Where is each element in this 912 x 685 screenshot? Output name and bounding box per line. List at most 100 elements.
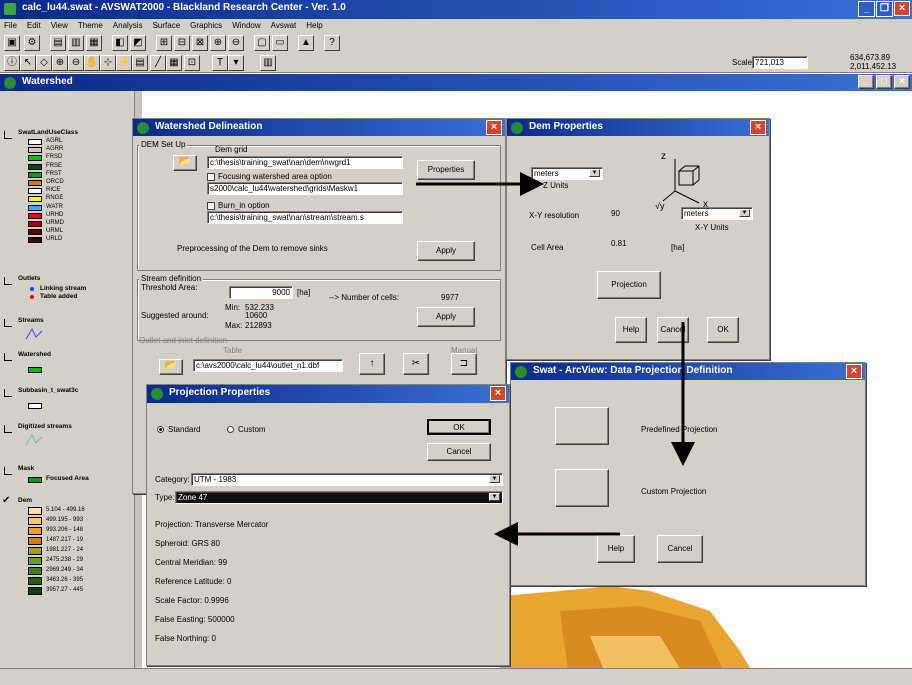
zoom-full-icon[interactable]: ⊞	[156, 35, 172, 51]
measure-icon[interactable]: ⊹	[100, 55, 116, 71]
dropdown-tool-icon[interactable]: ▾	[228, 55, 244, 71]
watershed-layer-checkbox[interactable]	[4, 353, 12, 361]
digitized-layer-checkbox[interactable]	[4, 425, 12, 433]
focusing-path[interactable]: s2000\calc_lu44\watershed\grids\Maskw1	[207, 182, 403, 195]
type-dropdown-icon[interactable]: ▼	[489, 493, 500, 501]
table-icon[interactable]: ▥	[260, 55, 276, 71]
custom-projection-button[interactable]	[555, 469, 609, 507]
outlet-table-path[interactable]: c:\avs2000\calc_lu44\outlet_n1.dbf	[193, 359, 343, 372]
zoom-in-icon[interactable]: ⊕	[210, 35, 226, 51]
landuse-layer-checkbox[interactable]	[4, 131, 12, 139]
subbasin-layer-title[interactable]: Subbasin_t_swat3c	[18, 387, 78, 394]
custom-radio-dot[interactable]	[227, 426, 234, 434]
outlet-browse-button[interactable]: 📂	[159, 359, 183, 375]
data-projection-close-button[interactable]: ×	[846, 364, 862, 379]
draw-icon[interactable]: ▦	[166, 55, 182, 71]
menu-item-window[interactable]: Window	[232, 21, 260, 30]
north-arrow-icon[interactable]: ▲	[298, 35, 314, 51]
projection-properties-close-button[interactable]: ×	[490, 386, 506, 401]
menu-item-avswat[interactable]: Avswat	[271, 21, 297, 30]
select-icon[interactable]: ▢	[254, 35, 270, 51]
outlet-add-button[interactable]: ↑	[359, 353, 385, 375]
category-select[interactable]: UTM - 1983	[191, 473, 503, 486]
stream-apply-button[interactable]: Apply	[417, 307, 475, 327]
menu-item-graphics[interactable]: Graphics	[190, 21, 222, 30]
streams-layer-checkbox[interactable]	[4, 319, 12, 327]
threshold-input[interactable]: 9000	[229, 286, 293, 299]
clear-icon[interactable]: ▭	[272, 35, 288, 51]
type-select[interactable]: Zone 47	[175, 491, 503, 504]
menu-item-analysis[interactable]: Analysis	[113, 21, 143, 30]
legend-icon[interactable]: ▦	[86, 35, 102, 51]
focusing-checkbox-box[interactable]	[207, 172, 215, 181]
save-icon[interactable]: ▣	[4, 35, 20, 51]
watershed-maximize-button[interactable]: □	[876, 75, 892, 89]
outlet-redefine-button[interactable]: ⊐	[451, 353, 477, 375]
help-icon[interactable]: ?	[324, 35, 340, 51]
gear-icon[interactable]: ⚙	[24, 35, 40, 51]
dem-help-button[interactable]: Help	[615, 317, 647, 343]
label-icon[interactable]: ⊡	[184, 55, 200, 71]
mask-layer-title[interactable]: Mask	[18, 465, 34, 472]
zoom-selected-icon[interactable]: ⊠	[192, 35, 208, 51]
dem-layer-checkbox[interactable]: ✔	[2, 495, 10, 506]
menu-item-view[interactable]: View	[51, 21, 68, 30]
watershed-delineation-close-button[interactable]: ×	[486, 120, 502, 135]
streams-layer-title[interactable]: Streams	[18, 317, 44, 324]
dem-ok-button[interactable]: OK	[707, 317, 739, 343]
pointer-icon[interactable]: ↖	[20, 55, 36, 71]
vertex-icon[interactable]: ◇	[36, 55, 52, 71]
watershed-layer-title[interactable]: Watershed	[18, 351, 51, 358]
minimize-button[interactable]: _	[858, 1, 875, 17]
burnin-option-checkbox[interactable]: Burn_in option	[207, 201, 270, 210]
zoom-in-tool-icon[interactable]: ⊕	[52, 55, 68, 71]
layer-list-icon[interactable]: ▥	[68, 35, 84, 51]
maximize-button[interactable]: ❐	[876, 1, 893, 17]
landuse-layer-title[interactable]: SwatLandUseClass	[18, 129, 78, 136]
zoom-out-icon[interactable]: ⊖	[228, 35, 244, 51]
custom-radio[interactable]: Custom	[227, 425, 266, 434]
standard-radio-dot[interactable]	[157, 426, 164, 434]
dem-properties-close-button[interactable]: ×	[750, 120, 766, 135]
focusing-option-checkbox[interactable]: Focusing watershed area option	[207, 172, 332, 181]
dem-layer-title[interactable]: Dem	[18, 497, 32, 504]
identify-icon[interactable]: ◧	[112, 35, 128, 51]
info-icon[interactable]: ⓘ	[4, 55, 20, 71]
text-icon[interactable]: T	[212, 55, 228, 71]
menu-item-edit[interactable]: Edit	[27, 21, 41, 30]
preprocess-apply-button[interactable]: Apply	[417, 241, 475, 261]
subbasin-layer-checkbox[interactable]	[4, 389, 12, 397]
outlet-delete-button[interactable]: ✂	[403, 353, 429, 375]
dem-properties-button[interactable]: Properties	[417, 160, 475, 180]
menu-item-help[interactable]: Help	[306, 21, 322, 30]
projection-cancel-button[interactable]: Cancel	[427, 443, 491, 461]
standard-radio[interactable]: Standard	[157, 425, 200, 434]
menu-item-theme[interactable]: Theme	[78, 21, 103, 30]
outlets-layer-checkbox[interactable]	[4, 277, 12, 285]
hotlink-icon[interactable]: ⚡	[116, 55, 132, 71]
zoom-out-tool-icon[interactable]: ⊖	[68, 55, 84, 71]
layer-add-icon[interactable]: ▤	[50, 35, 66, 51]
outlets-layer-title[interactable]: Outlets	[18, 275, 40, 282]
xy-units-dropdown-icon[interactable]: ▼	[739, 209, 750, 217]
watershed-close-button[interactable]: ×	[894, 75, 910, 89]
data-projection-cancel-button[interactable]: Cancel	[657, 535, 703, 563]
query-icon[interactable]: ◩	[130, 35, 146, 51]
digitized-layer-title[interactable]: Digitized streams	[18, 423, 72, 430]
menu-item-file[interactable]: File	[4, 21, 17, 30]
data-projection-help-button[interactable]: Help	[597, 535, 635, 563]
dem-grid-browse-button[interactable]: 📂	[173, 155, 197, 171]
close-button[interactable]: ×	[894, 1, 910, 16]
scale-input[interactable]: 721,013	[752, 56, 808, 69]
mask-layer-checkbox[interactable]	[4, 467, 12, 475]
line-icon[interactable]: ╱	[150, 55, 166, 71]
projection-button[interactable]: Projection	[597, 271, 661, 299]
watershed-minimize-button[interactable]: _	[858, 75, 874, 89]
dem-cancel-button[interactable]: Cancel	[657, 317, 689, 343]
predefined-projection-button[interactable]	[555, 407, 609, 445]
z-units-dropdown-icon[interactable]: ▼	[589, 169, 600, 177]
projection-ok-button[interactable]: OK	[427, 419, 491, 435]
zoom-active-icon[interactable]: ⊟	[174, 35, 190, 51]
burnin-path[interactable]: c:\thesis\training_swat\nan\stream\strea…	[207, 211, 403, 224]
area-of-interest-icon[interactable]: ▤	[132, 55, 148, 71]
